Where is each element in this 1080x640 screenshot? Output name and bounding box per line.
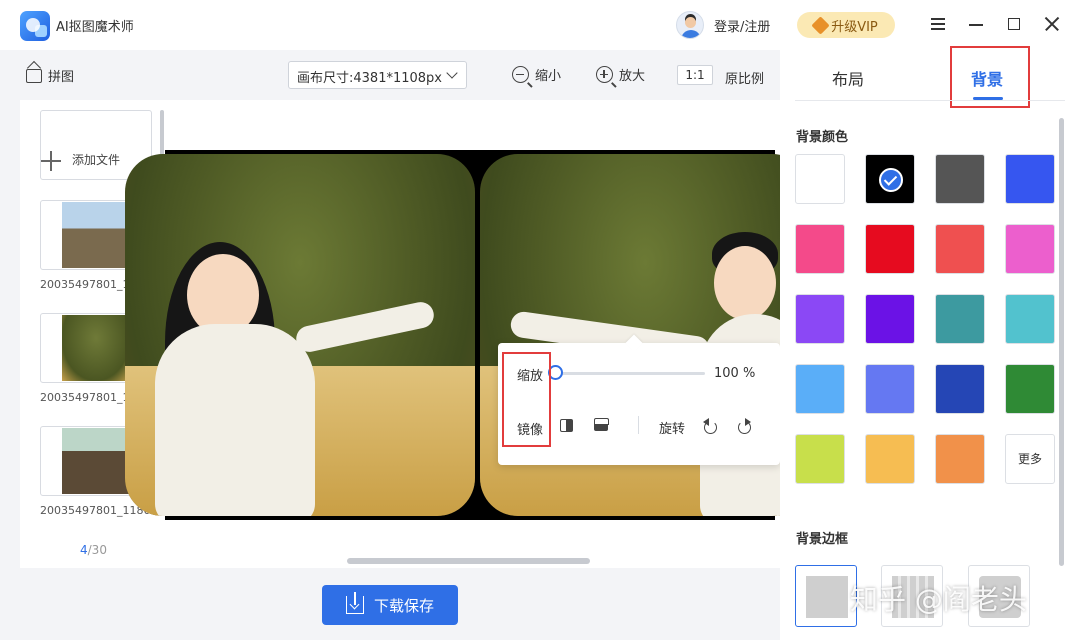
more-colors-button[interactable]: 更多: [1005, 434, 1055, 484]
collage-label: 拼图: [48, 70, 75, 85]
collage-button[interactable]: 拼图: [26, 66, 74, 85]
background-frame-title: 背景边框: [796, 532, 849, 547]
download-icon: [345, 592, 364, 614]
watermark: 知乎 @阎老头: [850, 583, 1027, 616]
popup-divider: [638, 416, 639, 434]
mirror-horizontal-icon[interactable]: [559, 417, 575, 433]
settings-panel: 布局 背景 背景颜色 更多 背景边框: [780, 46, 1080, 640]
canvas-horizontal-scrollbar[interactable]: [347, 558, 590, 564]
canvas-size-value: 画布尺寸:4381*1108px: [297, 71, 442, 86]
zoom-value: 100 %: [714, 366, 756, 381]
login-link[interactable]: 登录/注册: [714, 16, 770, 35]
original-ratio-button[interactable]: 1:1: [677, 65, 713, 85]
tab-divider: [795, 100, 1065, 101]
vip-label: 升级VIP: [831, 19, 878, 35]
color-swatch[interactable]: [935, 434, 985, 484]
zoom-in-icon: [596, 66, 613, 83]
minimize-icon[interactable]: [966, 14, 986, 34]
highlight-box-background-tab: [950, 46, 1030, 108]
color-swatch[interactable]: [935, 154, 985, 204]
color-swatch[interactable]: [935, 224, 985, 274]
upgrade-vip-button[interactable]: 升级VIP: [797, 12, 895, 38]
page-current: 4: [80, 543, 88, 557]
color-swatch[interactable]: [935, 364, 985, 414]
tab-layout[interactable]: 布局: [832, 66, 864, 90]
color-swatch[interactable]: [1005, 224, 1055, 274]
thumbnail-image: [62, 315, 130, 381]
close-icon[interactable]: [1042, 14, 1062, 34]
zoom-in-label: 放大: [619, 69, 646, 84]
mirror-vertical-icon[interactable]: [593, 417, 609, 433]
color-swatch[interactable]: [1005, 294, 1055, 344]
collage-photo-left[interactable]: [125, 154, 475, 516]
thumbnail-image: [62, 202, 130, 268]
color-swatch[interactable]: [865, 224, 915, 274]
color-swatch[interactable]: [865, 154, 915, 204]
color-swatch[interactable]: [865, 364, 915, 414]
highlight-box-zoom-mirror: [502, 352, 551, 447]
diamond-icon: [811, 15, 830, 35]
maximize-icon[interactable]: [1004, 14, 1024, 34]
thumbnail-image: [62, 428, 130, 494]
original-ratio-label[interactable]: 原比例: [725, 68, 764, 87]
page-total: /30: [87, 543, 107, 557]
user-avatar-icon[interactable]: [676, 11, 704, 39]
download-label: 下载保存: [373, 596, 434, 615]
color-swatch[interactable]: [795, 154, 845, 204]
canvas-size-select[interactable]: 画布尺寸:4381*1108px: [288, 61, 467, 89]
color-swatch[interactable]: [865, 434, 915, 484]
color-swatch[interactable]: [795, 294, 845, 344]
app-logo-icon: [20, 11, 50, 41]
title-bar: AI抠图魔术师 登录/注册 升级VIP: [0, 0, 1080, 50]
color-swatch[interactable]: [795, 364, 845, 414]
home-icon: [26, 68, 42, 83]
color-swatch[interactable]: [935, 294, 985, 344]
color-swatch[interactable]: [795, 434, 845, 484]
color-swatch[interactable]: [865, 294, 915, 344]
rotate-left-icon[interactable]: [702, 417, 718, 434]
canvas-toolbar: 拼图 画布尺寸:4381*1108px 缩小 放大 1:1 原比例: [0, 50, 780, 100]
zoom-out-label: 缩小: [535, 69, 562, 84]
rotate-right-icon[interactable]: [736, 417, 752, 434]
color-swatch[interactable]: [795, 224, 845, 274]
zoom-out-button[interactable]: 缩小: [512, 65, 561, 84]
chevron-down-icon: [446, 67, 458, 79]
zoom-slider[interactable]: [555, 372, 705, 375]
canvas-area: [125, 100, 810, 568]
page-indicator: 4/30: [80, 543, 107, 557]
color-swatch[interactable]: [1005, 154, 1055, 204]
menu-icon[interactable]: [928, 14, 948, 34]
app-title: AI抠图魔术师: [56, 20, 134, 35]
settings-scrollbar[interactable]: [1059, 118, 1064, 566]
selected-check-icon: [879, 168, 903, 192]
zoom-in-button[interactable]: 放大: [596, 65, 645, 84]
rotate-label: 旋转: [659, 422, 686, 437]
image-adjust-popup: 缩放 100 % 镜像 旋转: [498, 343, 780, 465]
zoom-out-icon: [512, 66, 529, 83]
frame-option-none[interactable]: [795, 565, 857, 627]
background-color-title: 背景颜色: [796, 130, 849, 145]
download-save-button[interactable]: 下载保存: [322, 585, 458, 625]
color-swatch[interactable]: [1005, 364, 1055, 414]
